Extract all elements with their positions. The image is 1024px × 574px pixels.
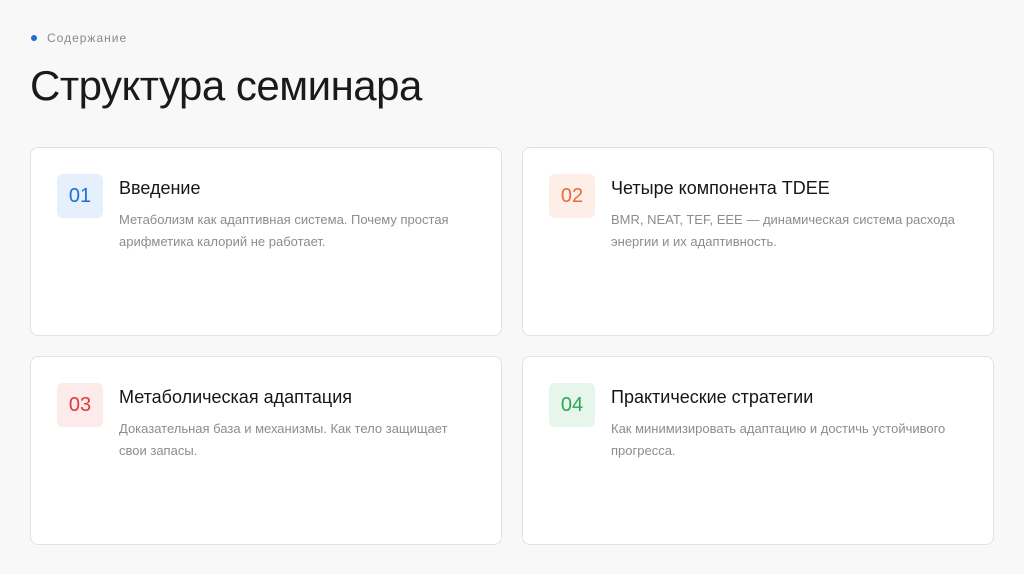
card-body: Практические стратегии Как минимизироват… [611,382,969,544]
slide: Содержание Структура семинара 01 Введени… [0,0,1024,574]
card-title: Практические стратегии [611,387,814,407]
card-body: Введение Метаболизм как адаптивная систе… [119,173,477,335]
agenda-card-introduction: 01 Введение Метаболизм как адаптивная си… [30,147,502,336]
card-body: Четыре компонента TDEE BMR, NEAT, TEF, E… [611,173,969,335]
card-number-badge: 02 [549,174,595,218]
agenda-grid: 01 Введение Метаболизм как адаптивная си… [30,147,994,545]
agenda-card-strategies: 04 Практические стратегии Как минимизиро… [522,356,994,545]
card-description: Как минимизировать адаптацию и достичь у… [611,421,946,458]
card-number-badge: 03 [57,383,103,427]
card-description: BMR, NEAT, TEF, EEE — динамическая систе… [611,212,955,249]
card-description: Доказательная база и механизмы. Как тело… [119,421,448,458]
section-eyebrow: Содержание [31,31,127,45]
eyebrow-label: Содержание [47,31,128,45]
bullet-dot-icon [31,35,37,41]
card-number-badge: 01 [57,174,103,218]
page-title: Структура семинара [30,62,422,109]
card-description: Метаболизм как адаптивная система. Почем… [119,212,449,249]
card-title: Четыре компонента TDEE [611,178,830,198]
card-title: Метаболическая адаптация [119,387,352,407]
agenda-card-tdee: 02 Четыре компонента TDEE BMR, NEAT, TEF… [522,147,994,336]
card-body: Метаболическая адаптация Доказательная б… [119,382,477,544]
agenda-card-adaptation: 03 Метаболическая адаптация Доказательна… [30,356,502,545]
card-title: Введение [119,178,201,198]
card-number-badge: 04 [549,383,595,427]
